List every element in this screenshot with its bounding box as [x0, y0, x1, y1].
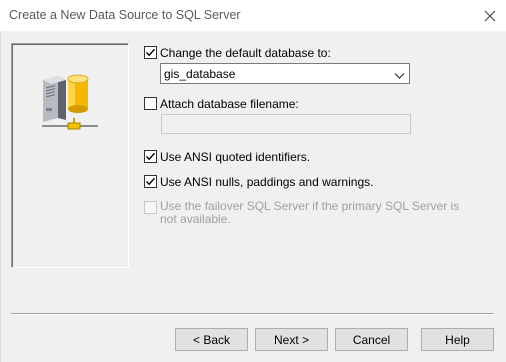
- close-icon[interactable]: [480, 6, 500, 26]
- help-button[interactable]: Help: [421, 328, 494, 351]
- attach-database-filename-input[interactable]: [161, 114, 411, 134]
- attach-database-filename-label[interactable]: Attach database filename:: [160, 97, 299, 111]
- ansi-nulls-label[interactable]: Use ANSI nulls, paddings and warnings.: [160, 175, 373, 189]
- database-select[interactable]: gis_database: [160, 63, 410, 84]
- chevron-down-icon[interactable]: [394, 69, 405, 83]
- failover-checkbox: [144, 201, 157, 214]
- next-button[interactable]: Next >: [255, 328, 328, 351]
- window-title: Create a New Data Source to SQL Server: [9, 8, 241, 22]
- back-button[interactable]: < Back: [175, 328, 248, 351]
- failover-label: Use the failover SQL Server if the prima…: [160, 199, 460, 226]
- ansi-quoted-identifiers-label[interactable]: Use ANSI quoted identifiers.: [160, 150, 310, 164]
- cancel-button[interactable]: Cancel: [335, 328, 408, 351]
- attach-database-filename-checkbox[interactable]: [144, 97, 157, 110]
- ansi-quoted-identifiers-checkbox[interactable]: [144, 150, 157, 163]
- side-image-panel: [11, 43, 129, 268]
- window-border: [0, 31, 1, 362]
- database-select-value: gis_database: [164, 67, 236, 81]
- title-bar: Create a New Data Source to SQL Server: [0, 0, 506, 31]
- server-database-icon: [40, 68, 100, 137]
- separator: [11, 313, 494, 315]
- change-default-database-label[interactable]: Change the default database to:: [160, 46, 331, 60]
- change-default-database-checkbox[interactable]: [144, 46, 157, 59]
- ansi-nulls-checkbox[interactable]: [144, 175, 157, 188]
